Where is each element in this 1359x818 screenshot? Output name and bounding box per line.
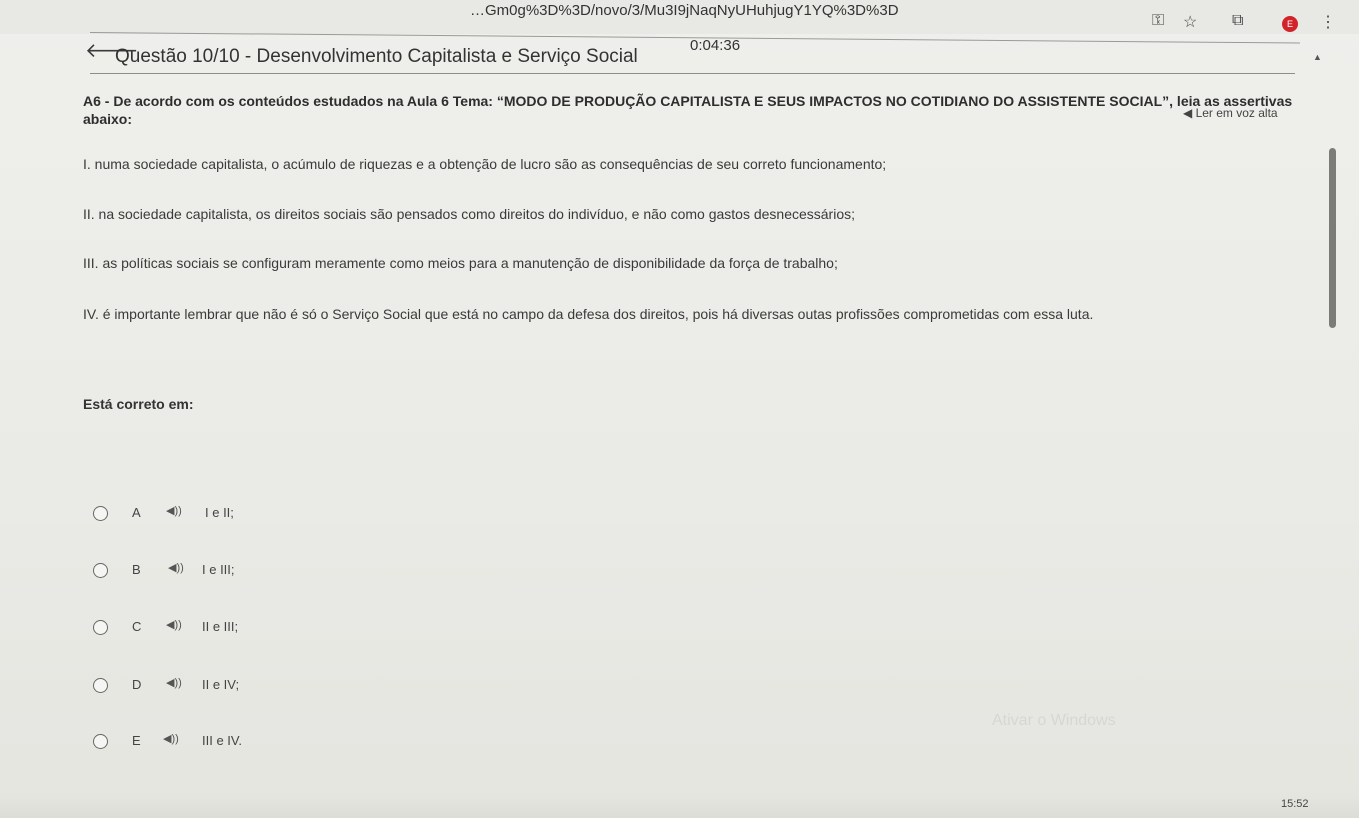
statement-3: III. as políticas sociais se configuram …: [83, 255, 838, 271]
scroll-up-icon[interactable]: ▲: [1313, 52, 1322, 62]
extension-icon[interactable]: ⧉: [1232, 12, 1243, 30]
speaker-icon[interactable]: ◀)): [163, 732, 179, 745]
statement-2: II. na sociedade capitalista, os direito…: [83, 206, 855, 222]
option-text: II e III;: [202, 619, 239, 634]
key-icon[interactable]: ⚿: [1152, 12, 1164, 30]
option-letter: A: [132, 505, 141, 520]
option-e[interactable]: E ◀)) III e IV.: [90, 731, 390, 751]
option-a[interactable]: A ◀)) I e II;: [90, 503, 390, 523]
speaker-icon[interactable]: ◀)): [166, 676, 182, 689]
divider: [90, 73, 1295, 74]
address-bar[interactable]: …Gm0g%3D%3D/novo/3/Mu3I9jNaqNyUHuhjugY1Y…: [470, 2, 899, 19]
star-icon[interactable]: ☆: [1183, 12, 1197, 32]
option-letter: C: [132, 619, 142, 634]
statement-4: IV. é importante lembrar que não é só o …: [83, 306, 1094, 322]
radio-button[interactable]: [93, 563, 108, 578]
statement-1: I. numa sociedade capitalista, o acúmulo…: [83, 156, 887, 172]
speaker-icon[interactable]: ◀)): [168, 561, 184, 574]
option-text: III e IV.: [202, 733, 242, 748]
option-text: I e III;: [202, 562, 235, 577]
question-heading: A6 - De acordo com os conteúdos estudado…: [83, 93, 1293, 127]
option-letter: D: [132, 677, 142, 692]
more-vert-icon[interactable]: ⋮: [1320, 12, 1336, 32]
taskbar: [0, 795, 1359, 818]
option-b[interactable]: B ◀)) I e III;: [90, 560, 390, 580]
browser-toolbar: …Gm0g%3D%3D/novo/3/Mu3I9jNaqNyUHuhjugY1Y…: [0, 0, 1359, 34]
option-c[interactable]: C ◀)) II e III;: [90, 617, 390, 637]
radio-button[interactable]: [93, 734, 108, 749]
radio-button[interactable]: [93, 678, 108, 693]
option-letter: E: [132, 733, 141, 748]
speaker-icon[interactable]: ◀)): [166, 618, 182, 631]
radio-button[interactable]: [93, 506, 108, 521]
option-letter: B: [132, 562, 141, 577]
radio-button[interactable]: [93, 620, 108, 635]
question-prompt: Está correto em:: [83, 396, 194, 412]
profile-avatar[interactable]: E: [1282, 16, 1298, 32]
screen: …Gm0g%3D%3D/novo/3/Mu3I9jNaqNyUHuhjugY1Y…: [0, 0, 1359, 818]
option-d[interactable]: D ◀)) II e IV;: [90, 675, 390, 695]
option-text: I e II;: [205, 505, 234, 520]
windows-activation-watermark: Ativar o Windows: [992, 712, 1116, 729]
option-text: II e IV;: [202, 677, 240, 692]
page-title: Questão 10/10 - Desenvolvimento Capitali…: [115, 46, 638, 67]
countdown-timer: 0:04:36: [690, 37, 741, 54]
scrollbar-thumb[interactable]: [1329, 148, 1336, 328]
system-clock: 15:52: [1281, 798, 1309, 810]
speaker-icon[interactable]: ◀)): [166, 504, 182, 517]
